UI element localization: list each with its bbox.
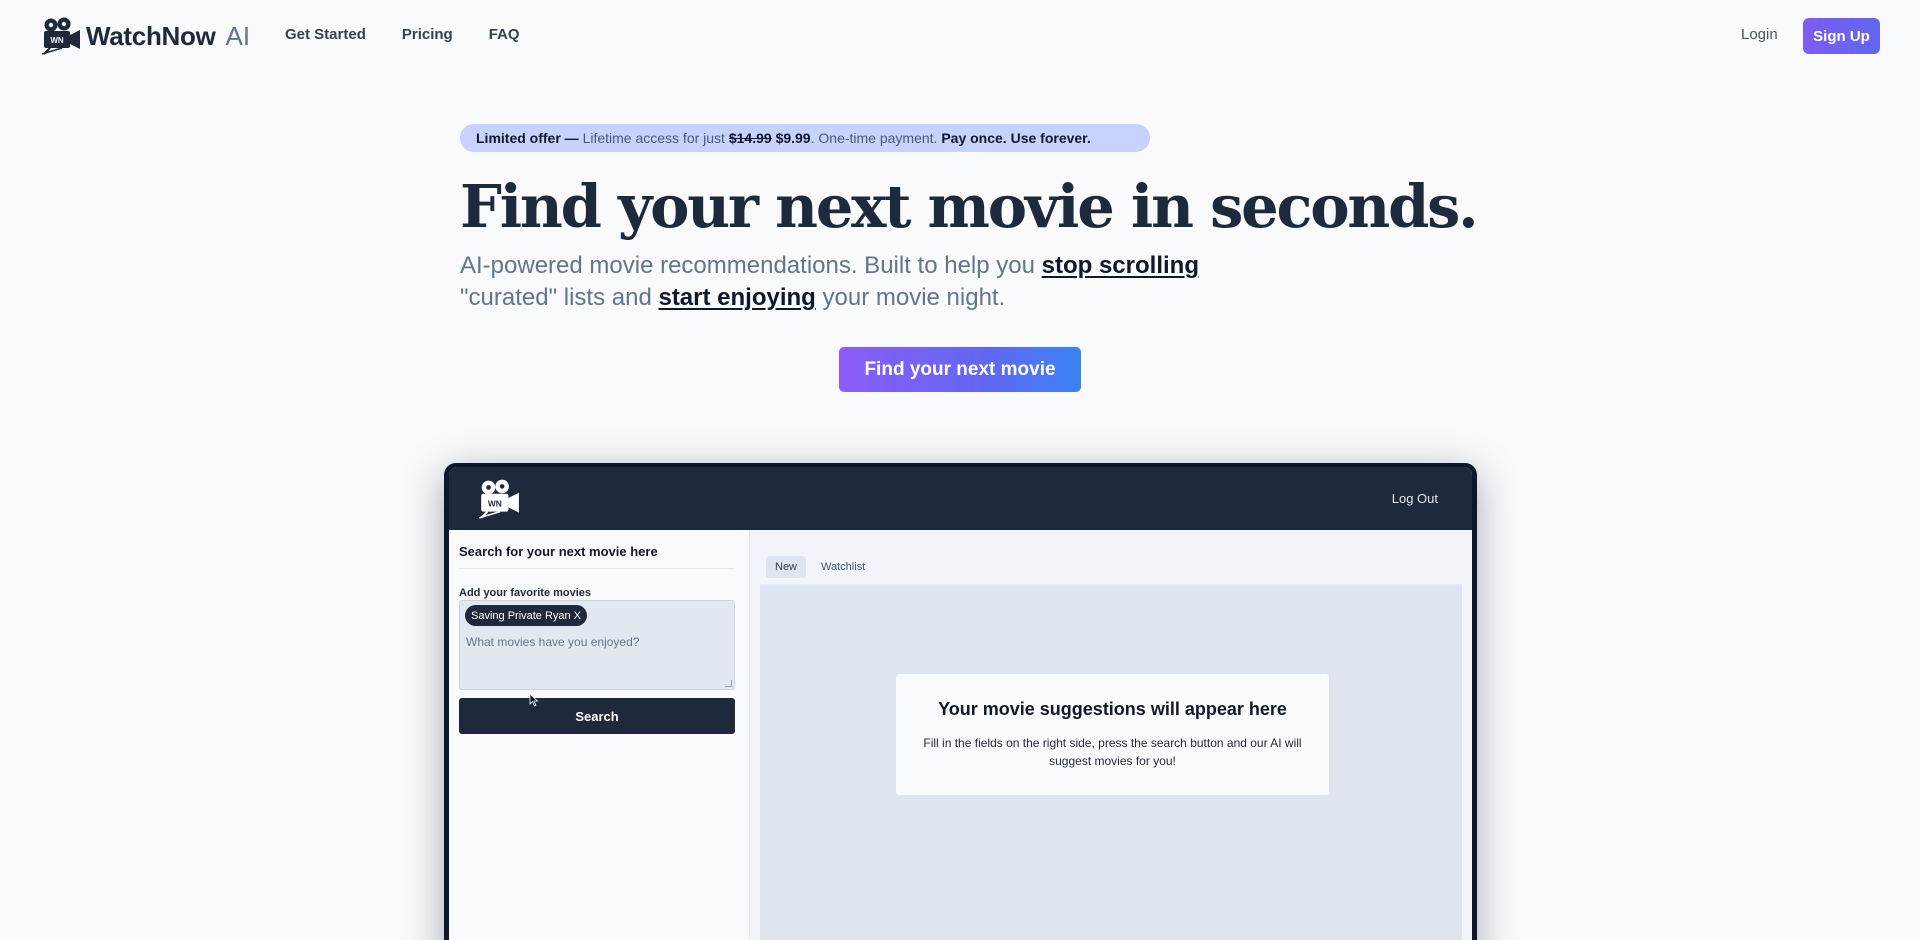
movie-chip[interactable]: Saving Private Ryan X [465,605,588,626]
movie-camera-icon: WN [41,17,80,55]
brand-name: WatchNow [86,20,216,51]
hero-headline: Find your next movie in seconds. [460,172,1479,241]
tab-new[interactable]: New [766,555,807,578]
app-preview-screen: WN Log Out Search for your next movie he… [449,467,1472,940]
tab-watchlist[interactable]: Watchlist [812,556,874,578]
svg-text:WN: WN [488,498,502,508]
brand-suffix: AI [225,20,251,51]
stop-scrolling-link[interactable]: stop scrolling [1042,252,1199,279]
nav-link-faq[interactable]: FAQ [489,26,520,43]
empty-state-card: Your movie suggestions will appear here … [896,674,1329,795]
offer-new-price: $9.99 [775,130,811,146]
resize-handle[interactable] [725,680,732,687]
start-enjoying-link[interactable]: start enjoying [658,284,815,311]
hero-subline-2-text-a: "curated" lists and [460,284,659,311]
empty-state-title: Your movie suggestions will appear here [938,699,1287,719]
offer-payment: . One-time payment. [810,130,938,146]
favorite-movies-field[interactable]: Saving Private Ryan X [459,600,735,690]
offer-tag: Limited offer [476,130,561,146]
find-next-movie-button[interactable]: Find your next movie [839,347,1081,392]
results-tabs: New Watchlist [760,549,1462,585]
search-panel-title: Search for your next movie here [459,544,658,559]
top-nav: WN WatchNow AI Get Started Pricing FAQ L… [0,0,1920,72]
empty-state-description: Fill in the fields on the right side, pr… [923,736,1302,768]
hero-subline-2-text-b: your movie night. [815,284,1006,311]
offer-dash: — [564,130,579,146]
nav-link-pricing[interactable]: Pricing [402,26,453,43]
divider [459,568,735,569]
nav-links: Get Started Pricing FAQ [285,26,520,43]
signup-button[interactable]: Sign Up [1803,18,1880,54]
limited-offer-banner: Limited offer — Lifetime access for just… [460,124,1150,152]
close-icon[interactable]: X [574,610,581,622]
movie-chip-label: Saving Private Ryan [471,609,571,622]
favorite-movies-label: Add your favorite movies [459,587,592,599]
app-header: WN Log Out [449,467,1472,530]
offer-emphasis: Pay once. Use forever. [941,130,1091,146]
offer-old-price: $14.99 [728,130,772,146]
hero-subline-2: "curated" lists and start enjoying your … [460,284,1260,312]
logout-link[interactable]: Log Out [1392,491,1438,506]
mouse-pointer-icon [529,693,539,707]
hero-subline-1: AI-powered movie recommendations. Built … [460,252,1260,280]
movie-camera-icon[interactable]: WN [477,479,521,519]
offer-text: Lifetime access for just [582,130,725,146]
brand[interactable]: WN WatchNow AI [40,17,250,55]
favorite-movies-input[interactable] [466,633,726,651]
results-panel: New Watchlist Your movie suggestions wil… [760,549,1462,940]
nav-link-get-started[interactable]: Get Started [285,26,366,43]
login-link[interactable]: Login [1741,26,1778,43]
hero-subline-1-text: AI-powered movie recommendations. Built … [460,252,1042,279]
app-preview-frame: WN Log Out Search for your next movie he… [444,463,1477,940]
search-button[interactable]: Search [459,698,735,734]
search-panel: Search for your next movie here Add your… [449,530,750,940]
svg-text:WN: WN [50,36,64,45]
